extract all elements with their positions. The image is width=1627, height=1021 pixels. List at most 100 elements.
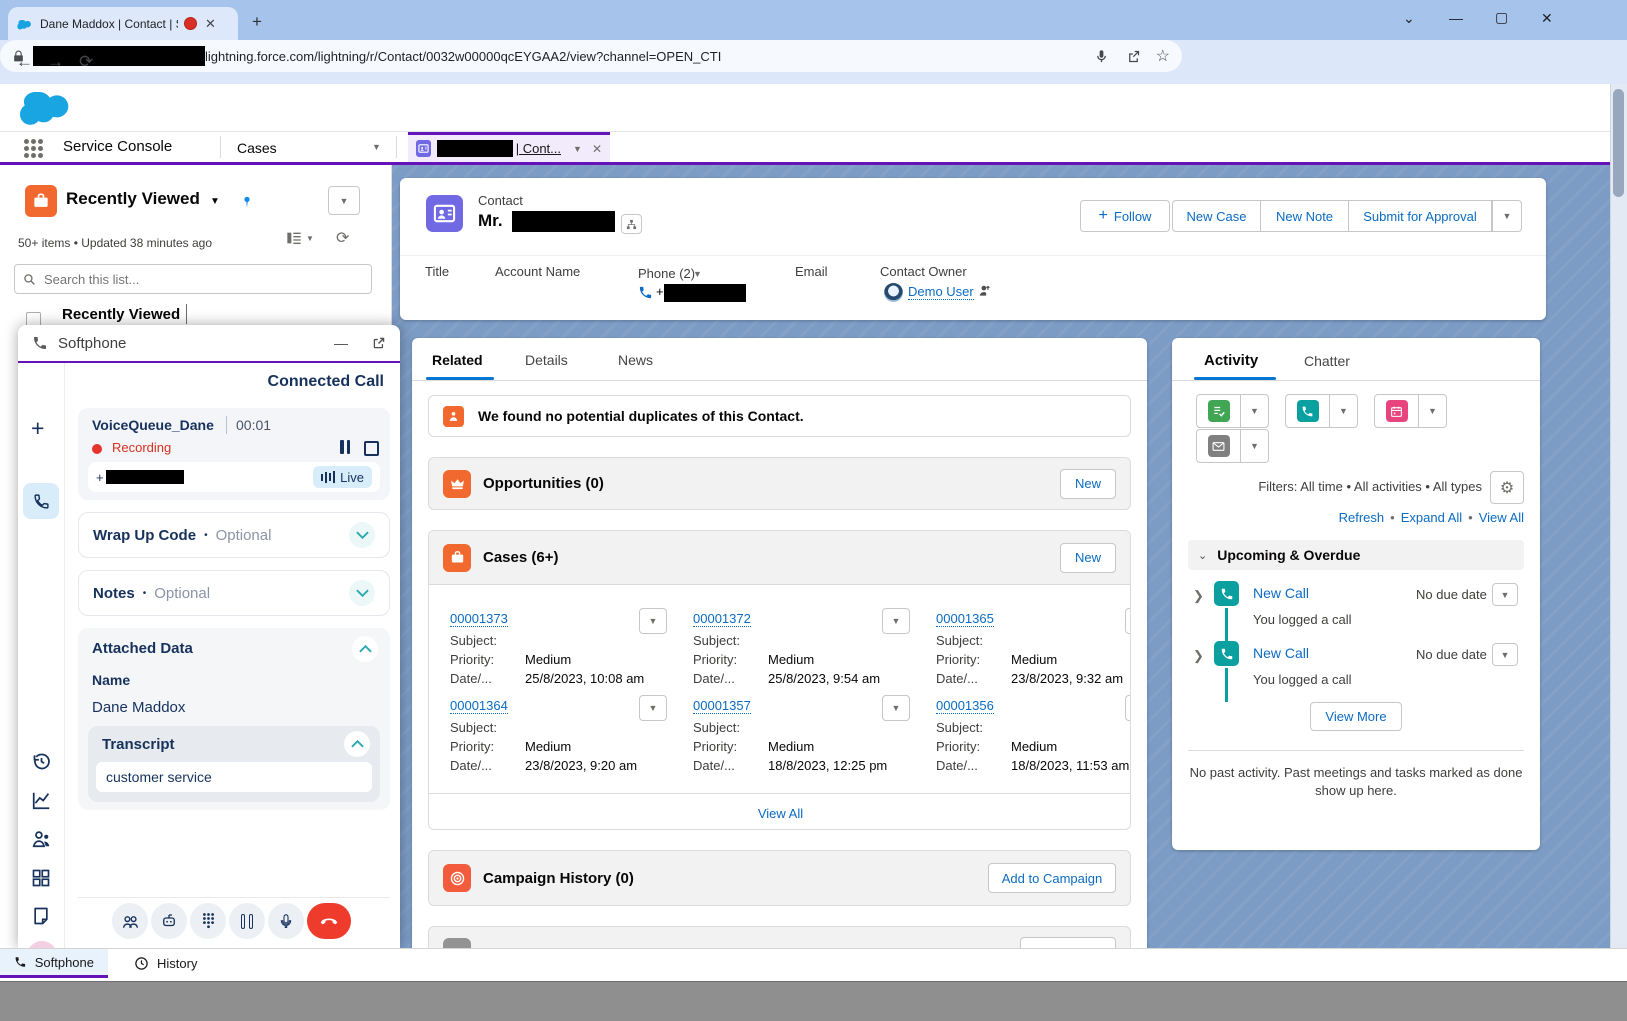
window-search-tabs-icon[interactable]: ⌄ (1403, 10, 1415, 27)
expand-all-link[interactable]: Expand All (1401, 510, 1462, 525)
new-tab-button[interactable]: + (252, 12, 262, 32)
attached-collapse-chevron-icon[interactable] (352, 636, 378, 662)
activity-item-title[interactable]: New Call (1253, 645, 1309, 661)
app-launcher-icon[interactable] (24, 139, 43, 158)
utility-softphone-tab[interactable]: Softphone (0, 949, 108, 978)
campaign-history-section[interactable]: Campaign History (0) Add to Campaign (428, 850, 1131, 906)
mute-mic-icon[interactable] (268, 903, 304, 939)
list-view-chevron-icon[interactable]: ▼ (210, 196, 220, 207)
activity-filter-gear-icon[interactable]: ⚙ (1490, 471, 1524, 504)
list-search-input[interactable] (42, 271, 346, 288)
reload-icon[interactable]: ⟳ (79, 52, 93, 72)
case-link[interactable]: 00001373 (450, 611, 508, 627)
new-opportunity-button[interactable]: New (1060, 469, 1116, 499)
campaign-history-title[interactable]: Campaign History (0) (483, 870, 634, 887)
refresh-list-icon[interactable]: ⟳ (336, 228, 349, 248)
mic-icon[interactable] (1094, 49, 1109, 64)
share-icon[interactable] (1126, 49, 1141, 64)
rail-notes-icon[interactable] (31, 906, 51, 926)
submit-for-approval-button[interactable]: Submit for Approval (1349, 200, 1492, 232)
nav-tab-cases[interactable]: Cases (237, 140, 277, 156)
live-badge[interactable]: Live (313, 466, 372, 488)
new-call-plus-icon[interactable]: + (31, 415, 44, 442)
end-call-button[interactable] (307, 903, 351, 939)
case-row-actions[interactable]: ▼ (1125, 608, 1131, 634)
case-row-actions[interactable]: ▼ (1125, 695, 1131, 721)
activity-item-actions[interactable]: ▼ (1492, 643, 1518, 666)
rail-apps-icon[interactable] (31, 868, 51, 888)
utility-history-tab[interactable]: History (124, 949, 207, 978)
forward-icon[interactable]: → (47, 52, 64, 72)
upcoming-overdue-header[interactable]: ⌄ Upcoming & Overdue (1188, 540, 1524, 570)
case-row-actions[interactable]: ▼ (639, 695, 667, 721)
cases-title[interactable]: Cases (6+) (483, 549, 558, 566)
case-link[interactable]: 00001365 (936, 611, 994, 627)
back-icon[interactable]: ← (16, 52, 33, 72)
rail-phone-icon[interactable] (23, 483, 59, 519)
bookmark-star-icon[interactable]: ☆ (1156, 46, 1170, 66)
new-task-button-group[interactable]: ▼ (1196, 394, 1269, 428)
conference-icon[interactable] (112, 903, 148, 939)
softphone-header[interactable]: Softphone — (18, 325, 400, 363)
notes-section[interactable]: Notes • Optional (78, 570, 390, 616)
dialpad-icon[interactable] (190, 903, 226, 939)
refresh-link[interactable]: Refresh (1339, 510, 1385, 525)
browser-tab[interactable]: Dane Maddox | Contact | Sal ✕ (8, 7, 238, 40)
view-more-button[interactable]: View More (1310, 702, 1402, 731)
stop-recording-icon[interactable] (364, 441, 379, 456)
email-dropdown-icon[interactable]: ▼ (1241, 430, 1268, 462)
wrapup-section[interactable]: Wrap Up Code • Optional (78, 512, 390, 558)
rail-history-icon[interactable] (31, 751, 52, 772)
transcript-collapse-chevron-icon[interactable] (344, 731, 370, 757)
log-call-dropdown-icon[interactable]: ▼ (1330, 395, 1357, 427)
display-as-icon[interactable]: ▼ (286, 231, 314, 245)
activity-item-actions[interactable]: ▼ (1492, 583, 1518, 606)
softphone-minimize-icon[interactable]: — (334, 335, 348, 351)
notes-expand-chevron-icon[interactable] (349, 580, 375, 606)
new-case-section-button[interactable]: New (1060, 543, 1116, 573)
bot-icon[interactable] (151, 903, 187, 939)
workspace-tab-chevron-icon[interactable]: ▼ (573, 144, 582, 154)
workspace-tab-contact[interactable]: | Cont... ▼ ✕ (408, 132, 610, 162)
tab-close-icon[interactable]: ✕ (205, 16, 216, 32)
window-minimize-icon[interactable]: — (1449, 10, 1463, 26)
case-link[interactable]: 00001364 (450, 698, 508, 714)
window-close-icon[interactable]: ✕ (1541, 10, 1553, 27)
opportunities-title[interactable]: Opportunities (0) (483, 475, 604, 492)
new-event-dropdown-icon[interactable]: ▼ (1419, 395, 1446, 427)
page-scrollbar[interactable] (1610, 84, 1627, 981)
follow-button[interactable]: + Follow (1080, 200, 1170, 232)
email-button-group[interactable]: ▼ (1196, 429, 1269, 463)
new-task-button[interactable] (1197, 395, 1241, 427)
address-bar[interactable]: lightning.force.com/lightning/r/Contact/… (0, 40, 1182, 72)
list-view-title[interactable]: Recently Viewed (66, 189, 200, 209)
transcript-input[interactable] (96, 762, 372, 792)
list-search[interactable] (14, 264, 372, 294)
pin-icon[interactable] (234, 189, 260, 215)
case-row-actions[interactable]: ▼ (882, 695, 910, 721)
change-owner-icon[interactable] (978, 284, 992, 298)
tab-news[interactable]: News (618, 352, 653, 368)
partial-section-button[interactable] (1020, 937, 1116, 948)
softphone-popout-icon[interactable] (372, 336, 386, 350)
rail-agents-icon[interactable] (31, 829, 52, 848)
log-call-button-group[interactable]: ▼ (1285, 394, 1358, 428)
workspace-tab-close-icon[interactable]: ✕ (592, 142, 602, 156)
pause-recording-icon[interactable] (340, 440, 350, 454)
page-scrollbar-thumb[interactable] (1613, 89, 1624, 197)
hold-pause-icon[interactable] (229, 903, 265, 939)
case-link[interactable]: 00001357 (693, 698, 751, 714)
phone-dropdown-chevron-icon[interactable]: ▼ (693, 269, 702, 279)
case-row-actions[interactable]: ▼ (882, 608, 910, 634)
wrapup-expand-chevron-icon[interactable] (349, 522, 375, 548)
add-to-campaign-button[interactable]: Add to Campaign (988, 863, 1116, 893)
new-event-button[interactable] (1375, 395, 1419, 427)
timeline-expand-chevron-icon[interactable]: ❯ (1193, 588, 1204, 604)
window-maximize-icon[interactable]: ▢ (1495, 9, 1508, 26)
email-button[interactable] (1197, 430, 1241, 462)
cases-header[interactable]: Cases (6+) New (429, 531, 1130, 585)
nav-tab-cases-chevron-icon[interactable]: ▼ (372, 142, 381, 152)
owner-link[interactable]: Demo User (908, 284, 974, 300)
case-link[interactable]: 00001372 (693, 611, 751, 627)
tab-activity[interactable]: Activity (1204, 352, 1258, 369)
